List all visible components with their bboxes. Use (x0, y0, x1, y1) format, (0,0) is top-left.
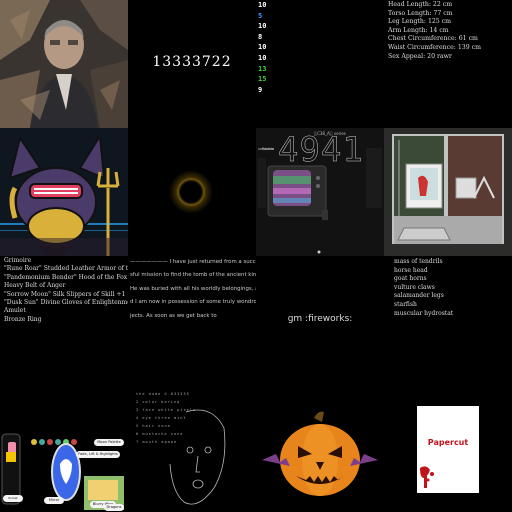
creature-trait: starfish (394, 300, 417, 308)
number-entry: 13 (258, 64, 267, 73)
tile-photo[interactable] (384, 128, 512, 256)
dragons-button[interactable]: Dragons (104, 504, 124, 511)
grimoire-item: "Sorrow Moon" Silk Slippers of Skill +1 (4, 290, 126, 298)
tile-number[interactable]: 13333722 (128, 0, 256, 128)
palette-label: Palette (262, 147, 275, 151)
tile-ui-panel[interactable]: Moon Palette Fade, Lift & Highlights Poc… (0, 384, 128, 512)
stat-line: Arm Length: 14 cm (388, 26, 449, 34)
creature-trait: vulture claws (394, 283, 435, 291)
grimoire-item: Bronze Ring (4, 315, 42, 323)
story-line: d I am now in possession of some truly w… (130, 299, 256, 306)
story-text: ——————— I have just returned from a succ… (130, 256, 256, 323)
number-entry: 15 (258, 75, 267, 84)
photo-art (384, 128, 512, 256)
grimoire-item: Amulet (4, 307, 26, 315)
grimoire-item: "Rune Roar" Studded Leather Armor of the… (4, 265, 128, 273)
tile-face[interactable]: the dude © 033555 2 color boring 3 face wh… (128, 384, 256, 512)
tile-stats[interactable]: Head Length: 22 cm Torso Length: 77 cm Leg… (384, 0, 512, 128)
story-line: ——————— I have just returned from a succ… (130, 259, 256, 265)
story-line: sful mission to find the tomb of the anc… (130, 272, 256, 279)
moon-palette-button[interactable]: Moon Palette (94, 439, 124, 446)
mirror-button[interactable]: Mirror (44, 497, 64, 504)
ring-art (169, 170, 213, 214)
stat-line: Waist Circumference: 139 cm (388, 43, 481, 51)
portrait-image (0, 0, 128, 128)
story-line: jects. As soon as we get back to (130, 312, 217, 319)
creature-trait: salamander legs (394, 292, 444, 300)
tile-cat-character[interactable] (0, 128, 128, 256)
tile-portrait[interactable] (0, 0, 128, 128)
number-column: 10 5 10 8 10 10 13 15 9 (258, 0, 266, 95)
tile-gm[interactable]: gm :fireworks: (256, 256, 384, 384)
creature-trait: goat horns (394, 275, 427, 283)
creature-trait: mass of tendrils (394, 258, 443, 265)
tile-creature-traits[interactable]: mass of tendrils horse head goat horns vult… (384, 256, 512, 384)
stat-line: Sex Appeal: 20 rawr (388, 52, 452, 60)
number-entry: 10 (258, 43, 267, 52)
ui-panel-art (1, 433, 124, 510)
creature-traits-list: mass of tendrils horse head goat horns vult… (394, 258, 453, 318)
stat-line: Chest Circumference: 61 cm (388, 35, 478, 43)
number-entry: 9 (258, 85, 263, 94)
stat-line: Head Length: 22 cm (388, 1, 453, 8)
grimoire-item: "Dusk Sun" Divine Gloves of Enlightenmen… (4, 299, 128, 307)
number-entry: 10 (258, 1, 267, 9)
grimoire-item: Grimoire (4, 257, 32, 264)
tile-story[interactable]: ——————— I have just returned from a succ… (128, 256, 256, 384)
number-entry: 8 (258, 32, 263, 41)
number-entry: 10 (258, 53, 267, 62)
jack-o-lantern-art (256, 384, 384, 512)
token-number: 13333722 (152, 54, 232, 70)
grimoire-item: "Pandemonium Bender" Hood of the Fox +1 (4, 273, 128, 281)
tile-ring[interactable] (128, 128, 256, 256)
number-entry: 10 (258, 22, 267, 31)
creature-trait: muscular hydrostat (394, 309, 454, 317)
stat-line: Leg Length: 125 cm (388, 18, 452, 26)
nft-mosaic: 13333722 10 5 10 8 10 10 13 15 9 Head Length: 22… (0, 0, 512, 512)
tile-papercut[interactable]: Papercut (384, 384, 512, 512)
grimoire-item: Heavy Belt of Anger (4, 282, 66, 290)
blood-splatter (420, 466, 434, 488)
tile-grimoire[interactable]: Grimoire "Rune Roar" Studded Leather Armo… (0, 256, 128, 384)
gm-text: gm :fireworks: (287, 314, 353, 324)
tile-pumpkin[interactable] (256, 384, 384, 512)
grimoire-list: Grimoire "Rune Roar" Studded Leather Armo… (4, 257, 128, 324)
pocket-dragons-button[interactable]: Pocket Dragons (3, 495, 23, 507)
number-entry: 5 (258, 11, 263, 20)
story-line: He was buried with all his worldly belon… (130, 285, 256, 292)
stats-list: Head Length: 22 cm Torso Length: 77 cm Leg… (388, 1, 481, 61)
tv-art (258, 148, 382, 254)
fade-lift-highlights-button[interactable]: Fade, Lift & Highlights (76, 451, 120, 458)
cat-character-art (0, 128, 128, 256)
stat-line: Torso Length: 77 cm (388, 9, 453, 17)
tile-tv[interactable]: ░C38_A░ series 4941 Palette (256, 128, 384, 256)
tile-number-column[interactable]: 10 5 10 8 10 10 13 15 9 (256, 0, 384, 128)
face-line-art (169, 409, 226, 505)
creature-trait: horse head (394, 266, 428, 274)
